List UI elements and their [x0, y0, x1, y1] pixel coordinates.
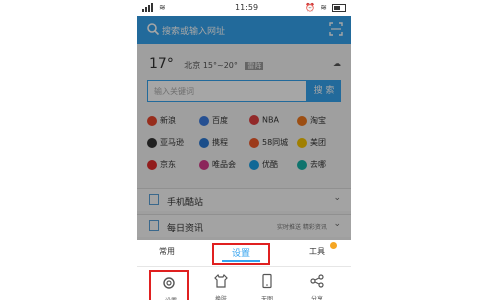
status-bar: ≋ 11:59 ⏰ ≋	[137, 0, 351, 16]
wifi-icon: ≋	[159, 3, 166, 12]
menu-tabs: 常用 设置 工具	[137, 240, 351, 267]
signal-icon	[142, 3, 153, 12]
gear-icon	[163, 277, 175, 289]
no-image-button[interactable]: 无图	[247, 270, 287, 300]
phone-screen: ≋ 11:59 ⏰ ≋ 搜索或输入网址 17° 北京 15°~20° 雷阵 ☁ …	[137, 0, 351, 300]
status-time: 11:59	[235, 3, 259, 12]
settings-button[interactable]: 设置	[149, 270, 189, 300]
skin-button[interactable]: 换肤	[201, 270, 241, 300]
plus-badge-icon	[330, 242, 337, 249]
shirt-icon	[214, 273, 228, 288]
phone-icon	[262, 273, 272, 289]
battery-icon	[332, 3, 346, 12]
share-icon	[310, 274, 324, 288]
dim-overlay[interactable]	[137, 16, 351, 240]
share-button[interactable]: 分享	[297, 270, 337, 300]
tab-common[interactable]: 常用	[159, 246, 175, 257]
tab-tools[interactable]: 工具	[309, 246, 325, 257]
tab-settings[interactable]: 设置	[212, 243, 270, 265]
wifi-status-icon: ≋	[320, 3, 327, 12]
alarm-icon: ⏰	[305, 3, 316, 12]
bottom-menu-sheet: 常用 设置 工具 设置 换肤 无图	[137, 240, 351, 300]
